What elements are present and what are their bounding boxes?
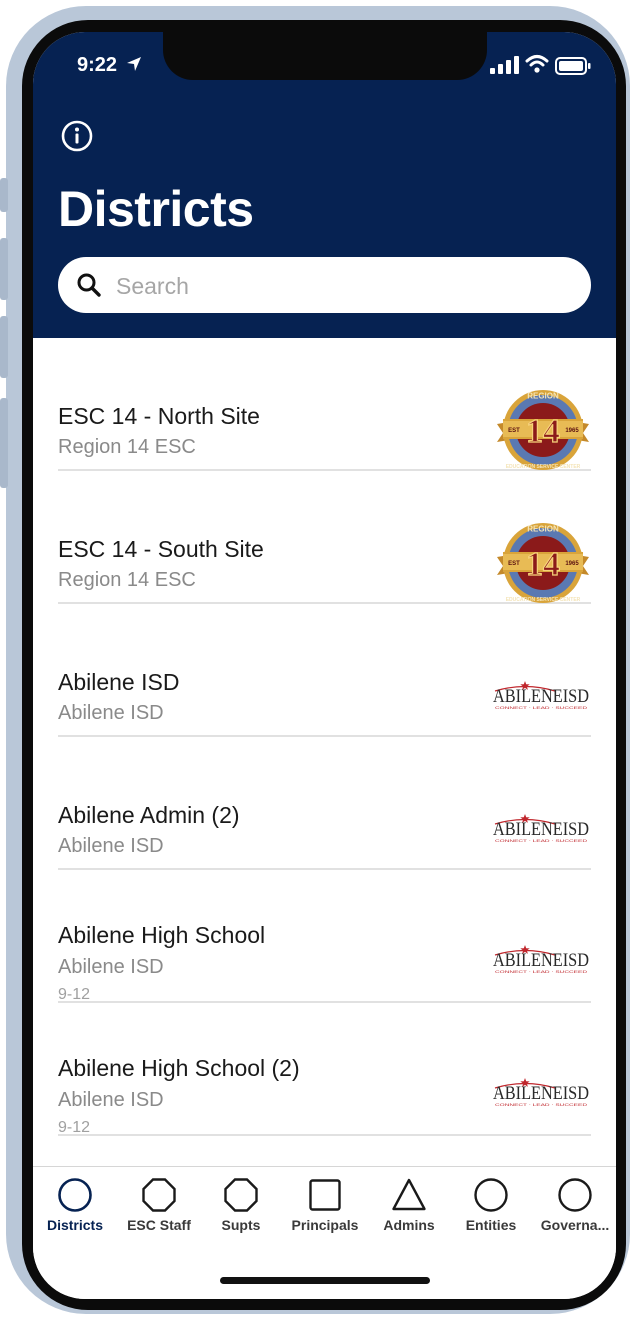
tab-admins[interactable]: Admins bbox=[375, 1177, 443, 1237]
abilene-tagline: CONNECT · LEAD · SUCCEED bbox=[495, 1102, 587, 1107]
tab-label: Supts bbox=[221, 1217, 261, 1233]
square-icon bbox=[309, 1179, 341, 1211]
wifi-icon bbox=[525, 55, 549, 73]
region-14-seal-logo: REGION EDUCATION SERVICE CENTER EST 1965… bbox=[497, 523, 589, 603]
list-item-title: Abilene Admin (2) bbox=[58, 802, 240, 828]
tab-label: Districts bbox=[46, 1217, 104, 1233]
tab-governance[interactable]: Governa... bbox=[536, 1177, 614, 1237]
location-arrow-icon bbox=[127, 57, 141, 71]
tab-entities[interactable]: Entities bbox=[457, 1177, 525, 1237]
side-button-volume-up bbox=[0, 238, 8, 300]
seal-number: 14 bbox=[526, 546, 560, 583]
status-time: 9:22 bbox=[77, 54, 118, 76]
side-button-silent bbox=[0, 178, 8, 212]
seal-number: 14 bbox=[526, 413, 560, 450]
abilene-tagline: CONNECT · LEAD · SUCCEED bbox=[495, 969, 587, 974]
seal-left-text: EST bbox=[508, 428, 520, 434]
abilene-tagline: CONNECT · LEAD · SUCCEED bbox=[495, 705, 587, 710]
list-item-subtitle: Abilene ISD bbox=[58, 702, 164, 724]
list-item-title: ESC 14 - North Site bbox=[58, 403, 260, 429]
info-icon[interactable] bbox=[61, 120, 93, 152]
octagon-icon bbox=[142, 1178, 176, 1212]
seal-top-text: REGION bbox=[527, 392, 559, 401]
list-item[interactable]: Abilene High School (2) Abilene ISD 9-12… bbox=[58, 1003, 591, 1136]
seal-right-text: 1965 bbox=[565, 561, 579, 567]
list-item-title: Abilene ISD bbox=[58, 669, 180, 695]
home-indicator[interactable] bbox=[220, 1277, 430, 1284]
search-bar[interactable] bbox=[58, 257, 591, 313]
octagon-icon bbox=[224, 1178, 258, 1212]
cellular-signal-icon bbox=[490, 56, 519, 74]
list-item[interactable]: ESC 14 - South Site Region 14 ESC REGION… bbox=[58, 471, 591, 604]
tab-label: Governa... bbox=[540, 1217, 610, 1233]
list-item-subtitle: Abilene ISD bbox=[58, 1089, 164, 1111]
seal-right-text: 1965 bbox=[565, 428, 579, 434]
tab-esc-staff[interactable]: ESC Staff bbox=[119, 1177, 199, 1237]
list-item-grade: 9-12 bbox=[58, 986, 91, 1003]
phone-screen: 9:22 Districts Search ESC 14 - North Sit… bbox=[33, 32, 616, 1299]
side-button-extra bbox=[0, 398, 8, 488]
circle-icon bbox=[58, 1178, 92, 1212]
seal-bottom-text: EDUCATION SERVICE CENTER bbox=[506, 464, 581, 470]
side-button-volume-down bbox=[0, 316, 8, 378]
seal-top-text: REGION bbox=[527, 525, 559, 534]
list-item[interactable]: Abilene High School Abilene ISD 9-12 ABI… bbox=[58, 870, 591, 1003]
abilene-wordmark: ABILENEISD bbox=[493, 1083, 589, 1104]
tab-label: Principals bbox=[291, 1217, 359, 1233]
abilene-isd-logo: ABILENEISD CONNECT · LEAD · SUCCEED bbox=[493, 681, 589, 710]
region-14-seal-logo: REGION EDUCATION SERVICE CENTER EST 1965… bbox=[497, 390, 589, 470]
abilene-isd-logo: ABILENEISD CONNECT · LEAD · SUCCEED bbox=[493, 1078, 589, 1107]
abilene-wordmark: ABILENEISD bbox=[493, 686, 589, 707]
abilene-isd-logo: ABILENEISD CONNECT · LEAD · SUCCEED bbox=[493, 945, 589, 974]
tab-districts[interactable]: Districts bbox=[38, 1177, 112, 1237]
list-item-title: Abilene High School (2) bbox=[58, 1055, 300, 1081]
list-item-title: Abilene High School bbox=[58, 922, 266, 948]
list-item-subtitle: Abilene ISD bbox=[58, 956, 164, 978]
circle-icon bbox=[474, 1178, 508, 1212]
search-input[interactable] bbox=[114, 269, 578, 303]
tab-supts[interactable]: Supts bbox=[211, 1177, 271, 1237]
abilene-wordmark: ABILENEISD bbox=[493, 819, 589, 840]
tab-label: Entities bbox=[465, 1217, 517, 1233]
search-icon bbox=[77, 273, 101, 297]
list-item[interactable]: Abilene Admin (2) Abilene ISD ABILENEISD… bbox=[58, 737, 591, 870]
abilene-wordmark: ABILENEISD bbox=[493, 950, 589, 971]
triangle-icon bbox=[392, 1178, 426, 1211]
circle-icon bbox=[558, 1178, 592, 1212]
list-item[interactable]: Abilene ISD Abilene ISD ABILENEISD CONNE… bbox=[58, 604, 591, 737]
list-item-subtitle: Region 14 ESC bbox=[58, 436, 196, 458]
battery-icon bbox=[555, 57, 591, 75]
camera-notch bbox=[163, 32, 487, 80]
tab-label: ESC Staff bbox=[127, 1217, 191, 1233]
list-item-title: ESC 14 - South Site bbox=[58, 536, 264, 562]
seal-bottom-text: EDUCATION SERVICE CENTER bbox=[506, 597, 581, 603]
page-title: Districts bbox=[58, 181, 254, 237]
list-item[interactable]: ESC 14 - North Site Region 14 ESC REGION… bbox=[58, 338, 591, 471]
list-item-subtitle: Region 14 ESC bbox=[58, 569, 196, 591]
list-item-grade: 9-12 bbox=[58, 1119, 91, 1136]
abilene-tagline: CONNECT · LEAD · SUCCEED bbox=[495, 838, 587, 843]
tab-principals[interactable]: Principals bbox=[283, 1177, 367, 1237]
abilene-isd-logo: ABILENEISD CONNECT · LEAD · SUCCEED bbox=[493, 814, 589, 843]
seal-left-text: EST bbox=[508, 561, 520, 567]
tab-label: Admins bbox=[383, 1217, 435, 1233]
list-item-subtitle: Abilene ISD bbox=[58, 835, 164, 857]
